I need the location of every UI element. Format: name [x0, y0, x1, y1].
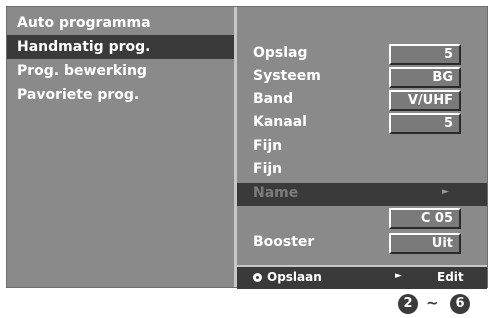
row-booster[interactable]: Booster Uit [237, 232, 487, 255]
row-fijn-1[interactable]: Fijn [237, 136, 487, 159]
save-label: Opslaan [267, 270, 322, 284]
opslag-value[interactable]: 5 [389, 44, 461, 65]
bottom-help-bar: Opslaan ► Edit [237, 265, 487, 289]
menu-item-label: Handmatig prog. [17, 39, 151, 55]
name-label: Name [253, 185, 299, 201]
booster-value[interactable]: Uit [389, 233, 461, 254]
kanaal-value[interactable]: 5 [389, 113, 461, 134]
left-menu: Auto programma Handmatig prog. Prog. bew… [7, 11, 234, 107]
menu-item-label: Auto programma [17, 15, 151, 31]
systeem-label: Systeem [253, 68, 321, 84]
play-arrow-icon: ► [395, 271, 402, 281]
step-badge-from: 2 [398, 294, 418, 314]
row-kanaal[interactable]: Kanaal 5 [237, 112, 487, 135]
step-badge-to: 6 [450, 294, 470, 314]
fijn-label-2: Fijn [253, 161, 283, 177]
ok-circle-icon [253, 273, 262, 282]
name-value[interactable]: C 05 [389, 208, 461, 229]
row-name[interactable]: Name ► [237, 183, 487, 206]
tv-menu-screen: Auto programma Handmatig prog. Prog. bew… [6, 6, 488, 289]
step-separator: ~ [426, 294, 439, 312]
menu-item-label: Pavoriete prog. [17, 87, 140, 103]
row-fijn-2[interactable]: Fijn [237, 159, 487, 182]
menu-item-prog-bewerking[interactable]: Prog. bewerking [7, 59, 234, 83]
row-name-value[interactable]: C 05 [237, 207, 487, 230]
edit-label: Edit [437, 270, 464, 284]
settings-panel: Opslag 5 Systeem BG Band V/UHF Kanaal 5 … [237, 7, 487, 289]
menu-item-auto-programma[interactable]: Auto programma [7, 11, 234, 35]
right-arrow-icon: ► [442, 187, 449, 197]
menu-item-pavoriete-prog[interactable]: Pavoriete prog. [7, 83, 234, 107]
booster-label: Booster [253, 234, 315, 250]
row-opslag[interactable]: Opslag 5 [237, 43, 487, 66]
menu-item-label: Prog. bewerking [17, 63, 147, 79]
fijn-label-1: Fijn [253, 138, 283, 154]
systeem-value[interactable]: BG [389, 67, 461, 88]
kanaal-label: Kanaal [253, 114, 307, 130]
band-value[interactable]: V/UHF [389, 90, 461, 111]
row-systeem[interactable]: Systeem BG [237, 66, 487, 89]
opslag-label: Opslag [253, 45, 308, 61]
row-band[interactable]: Band V/UHF [237, 89, 487, 112]
band-label: Band [253, 91, 294, 107]
menu-item-handmatig-prog[interactable]: Handmatig prog. [7, 35, 234, 59]
